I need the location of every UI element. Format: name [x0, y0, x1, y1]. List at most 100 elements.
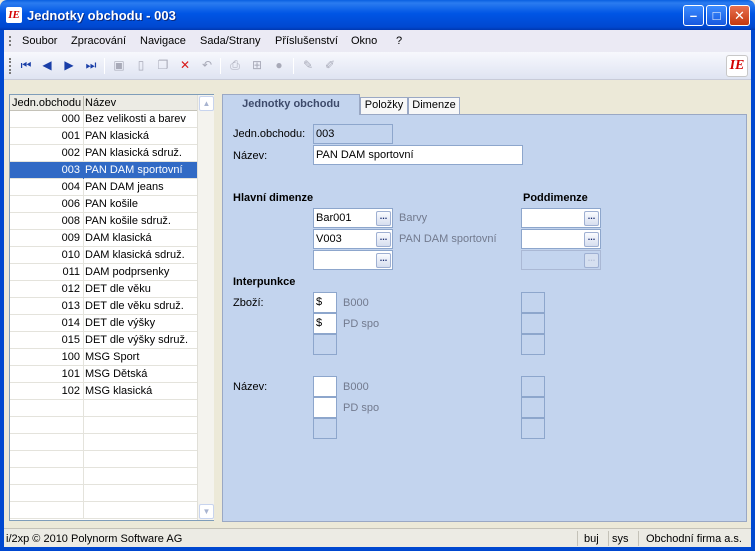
column-divider	[83, 400, 84, 417]
name-symbol-3-input	[313, 418, 337, 439]
sub-dimension-2-input[interactable]: ...	[521, 229, 601, 249]
table-row[interactable]: 004 PAN DAM jeans	[10, 179, 197, 196]
column-header-name[interactable]: Název	[85, 97, 116, 109]
sub-dimension-1-input[interactable]: ...	[521, 208, 601, 228]
goods-symbol-2-input[interactable]: $	[313, 313, 337, 334]
column-divider	[83, 247, 84, 264]
table-row[interactable]: 008 PAN košile sdruž.	[10, 213, 197, 230]
name-symbol-1-input[interactable]	[313, 376, 337, 397]
table-row[interactable]: 102 MSG klasická	[10, 383, 197, 400]
tab-dimenze[interactable]: Dimenze	[408, 97, 460, 114]
main-dimension-1-input[interactable]: Bar001 ...	[313, 208, 393, 228]
goods-sub-symbol-1-input	[521, 292, 545, 313]
sub-dimension-heading: Poddimenze	[523, 192, 588, 204]
column-divider	[83, 264, 84, 281]
menu-help[interactable]: ?	[396, 35, 402, 47]
tab-polozky[interactable]: Položky	[360, 97, 408, 114]
scroll-up-icon[interactable]: ▲	[199, 96, 214, 111]
column-divider	[83, 145, 84, 162]
table-row[interactable]: 011 DAM podprsenky	[10, 264, 197, 281]
print-icon[interactable]: ⎙	[227, 57, 243, 73]
toolbar-grip-handle[interactable]	[9, 58, 11, 74]
next-record-icon[interactable]: ▶	[61, 57, 77, 73]
main-dimension-3-input[interactable]: ...	[313, 250, 393, 270]
status-bar: i/2xp © 2010 Polynorm Software AG buj sy…	[4, 528, 751, 547]
table-row[interactable]: 015 DET dle výšky sdruž.	[10, 332, 197, 349]
main-dimension-2-input[interactable]: V003 ...	[313, 229, 393, 249]
undo-icon[interactable]: ↶	[199, 57, 215, 73]
scroll-down-icon[interactable]: ▼	[199, 504, 214, 519]
close-button[interactable]: ✕	[729, 5, 750, 26]
table-row[interactable]: 000 Bez velikosti a barev	[10, 111, 197, 128]
table-row[interactable]: 006 PAN košile	[10, 196, 197, 213]
status-divider	[638, 531, 639, 546]
menu-prislusenstvi[interactable]: Příslušenství	[275, 35, 338, 47]
table-row[interactable]: 013 DET dle věku sdruž.	[10, 298, 197, 315]
last-record-icon[interactable]: ⏭	[83, 57, 99, 73]
column-divider	[83, 468, 84, 485]
menu-zpracovani[interactable]: Zpracování	[71, 35, 126, 47]
copy-icon[interactable]: ❐	[155, 57, 171, 73]
title-bar[interactable]: IE Jednotky obchodu - 003 – □ ✕	[0, 0, 755, 30]
new-document-icon[interactable]: ▯	[133, 57, 149, 73]
maximize-button[interactable]: □	[706, 5, 727, 26]
menu-sada-strany[interactable]: Sada/Strany	[200, 35, 261, 47]
table-row[interactable]: 012 DET dle věku	[10, 281, 197, 298]
row-name: DAM podprsenky	[85, 266, 170, 278]
name-symbol-2-input[interactable]	[313, 397, 337, 418]
first-record-icon[interactable]: ⏮	[18, 57, 34, 73]
tree-icon[interactable]: ⊞	[249, 57, 265, 73]
menu-soubor[interactable]: Soubor	[22, 35, 57, 47]
row-code: 002	[61, 147, 80, 159]
menu-navigace[interactable]: Navigace	[140, 35, 186, 47]
name-sub-symbol-3-input	[521, 418, 545, 439]
lookup-ellipsis-icon[interactable]: ...	[584, 211, 599, 226]
table-row[interactable]: 100 MSG Sport	[10, 349, 197, 366]
edit-icon[interactable]: ✎	[300, 57, 316, 73]
delete-icon[interactable]: ✕	[177, 57, 193, 73]
table-row[interactable]: 002 PAN klasická sdruž.	[10, 145, 197, 162]
row-code: 013	[61, 300, 80, 312]
lookup-ellipsis-icon[interactable]: ...	[376, 211, 391, 226]
column-divider	[83, 111, 84, 128]
table-row[interactable]: 009 DAM klasická	[10, 230, 197, 247]
goods-symbol-3-input	[313, 334, 337, 355]
highlight-icon[interactable]: ✐	[322, 57, 338, 73]
column-divider[interactable]	[83, 96, 84, 110]
row-name: DET dle výšky	[85, 317, 156, 329]
table-row[interactable]: 101 MSG Dětská	[10, 366, 197, 383]
goods-symbol-2-description: PD spo	[343, 318, 380, 330]
empty-table-row	[10, 468, 197, 485]
previous-record-icon[interactable]: ◀	[39, 57, 55, 73]
row-code: 015	[61, 334, 80, 346]
table-row[interactable]: 001 PAN klasická	[10, 128, 197, 145]
column-divider	[83, 485, 84, 502]
save-icon[interactable]: ▣	[111, 57, 127, 73]
table-row[interactable]: 014 DET dle výšky	[10, 315, 197, 332]
column-divider	[83, 451, 84, 468]
row-code: 011	[62, 266, 80, 278]
menu-okno[interactable]: Okno	[351, 35, 377, 47]
tab-jednotky-obchodu[interactable]: Jednotky obchodu	[222, 94, 360, 115]
goods-label: Zboží:	[233, 297, 264, 309]
table-row[interactable]: 010 DAM klasická sdruž.	[10, 247, 197, 264]
minimize-button[interactable]: –	[683, 5, 704, 26]
interpunkce-heading: Interpunkce	[233, 276, 296, 288]
vertical-scrollbar[interactable]: ▲ ▼	[197, 95, 214, 520]
lookup-ellipsis-icon[interactable]: ...	[376, 253, 391, 268]
goods-symbol-1-input[interactable]: $	[313, 292, 337, 313]
goods-sub-symbol-3-input	[521, 334, 545, 355]
column-header-code[interactable]: Jedn.obchodu	[12, 97, 81, 109]
goods-sub-symbol-2-input	[521, 313, 545, 334]
menu-grip-handle[interactable]	[9, 36, 11, 46]
circle-icon[interactable]: ●	[271, 57, 287, 73]
name-input[interactable]: PAN DAM sportovní	[313, 145, 523, 165]
lookup-ellipsis-icon[interactable]: ...	[376, 232, 391, 247]
row-code: 102	[61, 385, 80, 397]
row-code: 006	[61, 198, 80, 210]
column-divider	[83, 179, 84, 196]
row-code: 014	[61, 317, 80, 329]
status-company: Obchodní firma a.s.	[646, 533, 742, 545]
lookup-ellipsis-icon[interactable]: ...	[584, 232, 599, 247]
table-row[interactable]: 003 PAN DAM sportovní	[10, 162, 197, 179]
